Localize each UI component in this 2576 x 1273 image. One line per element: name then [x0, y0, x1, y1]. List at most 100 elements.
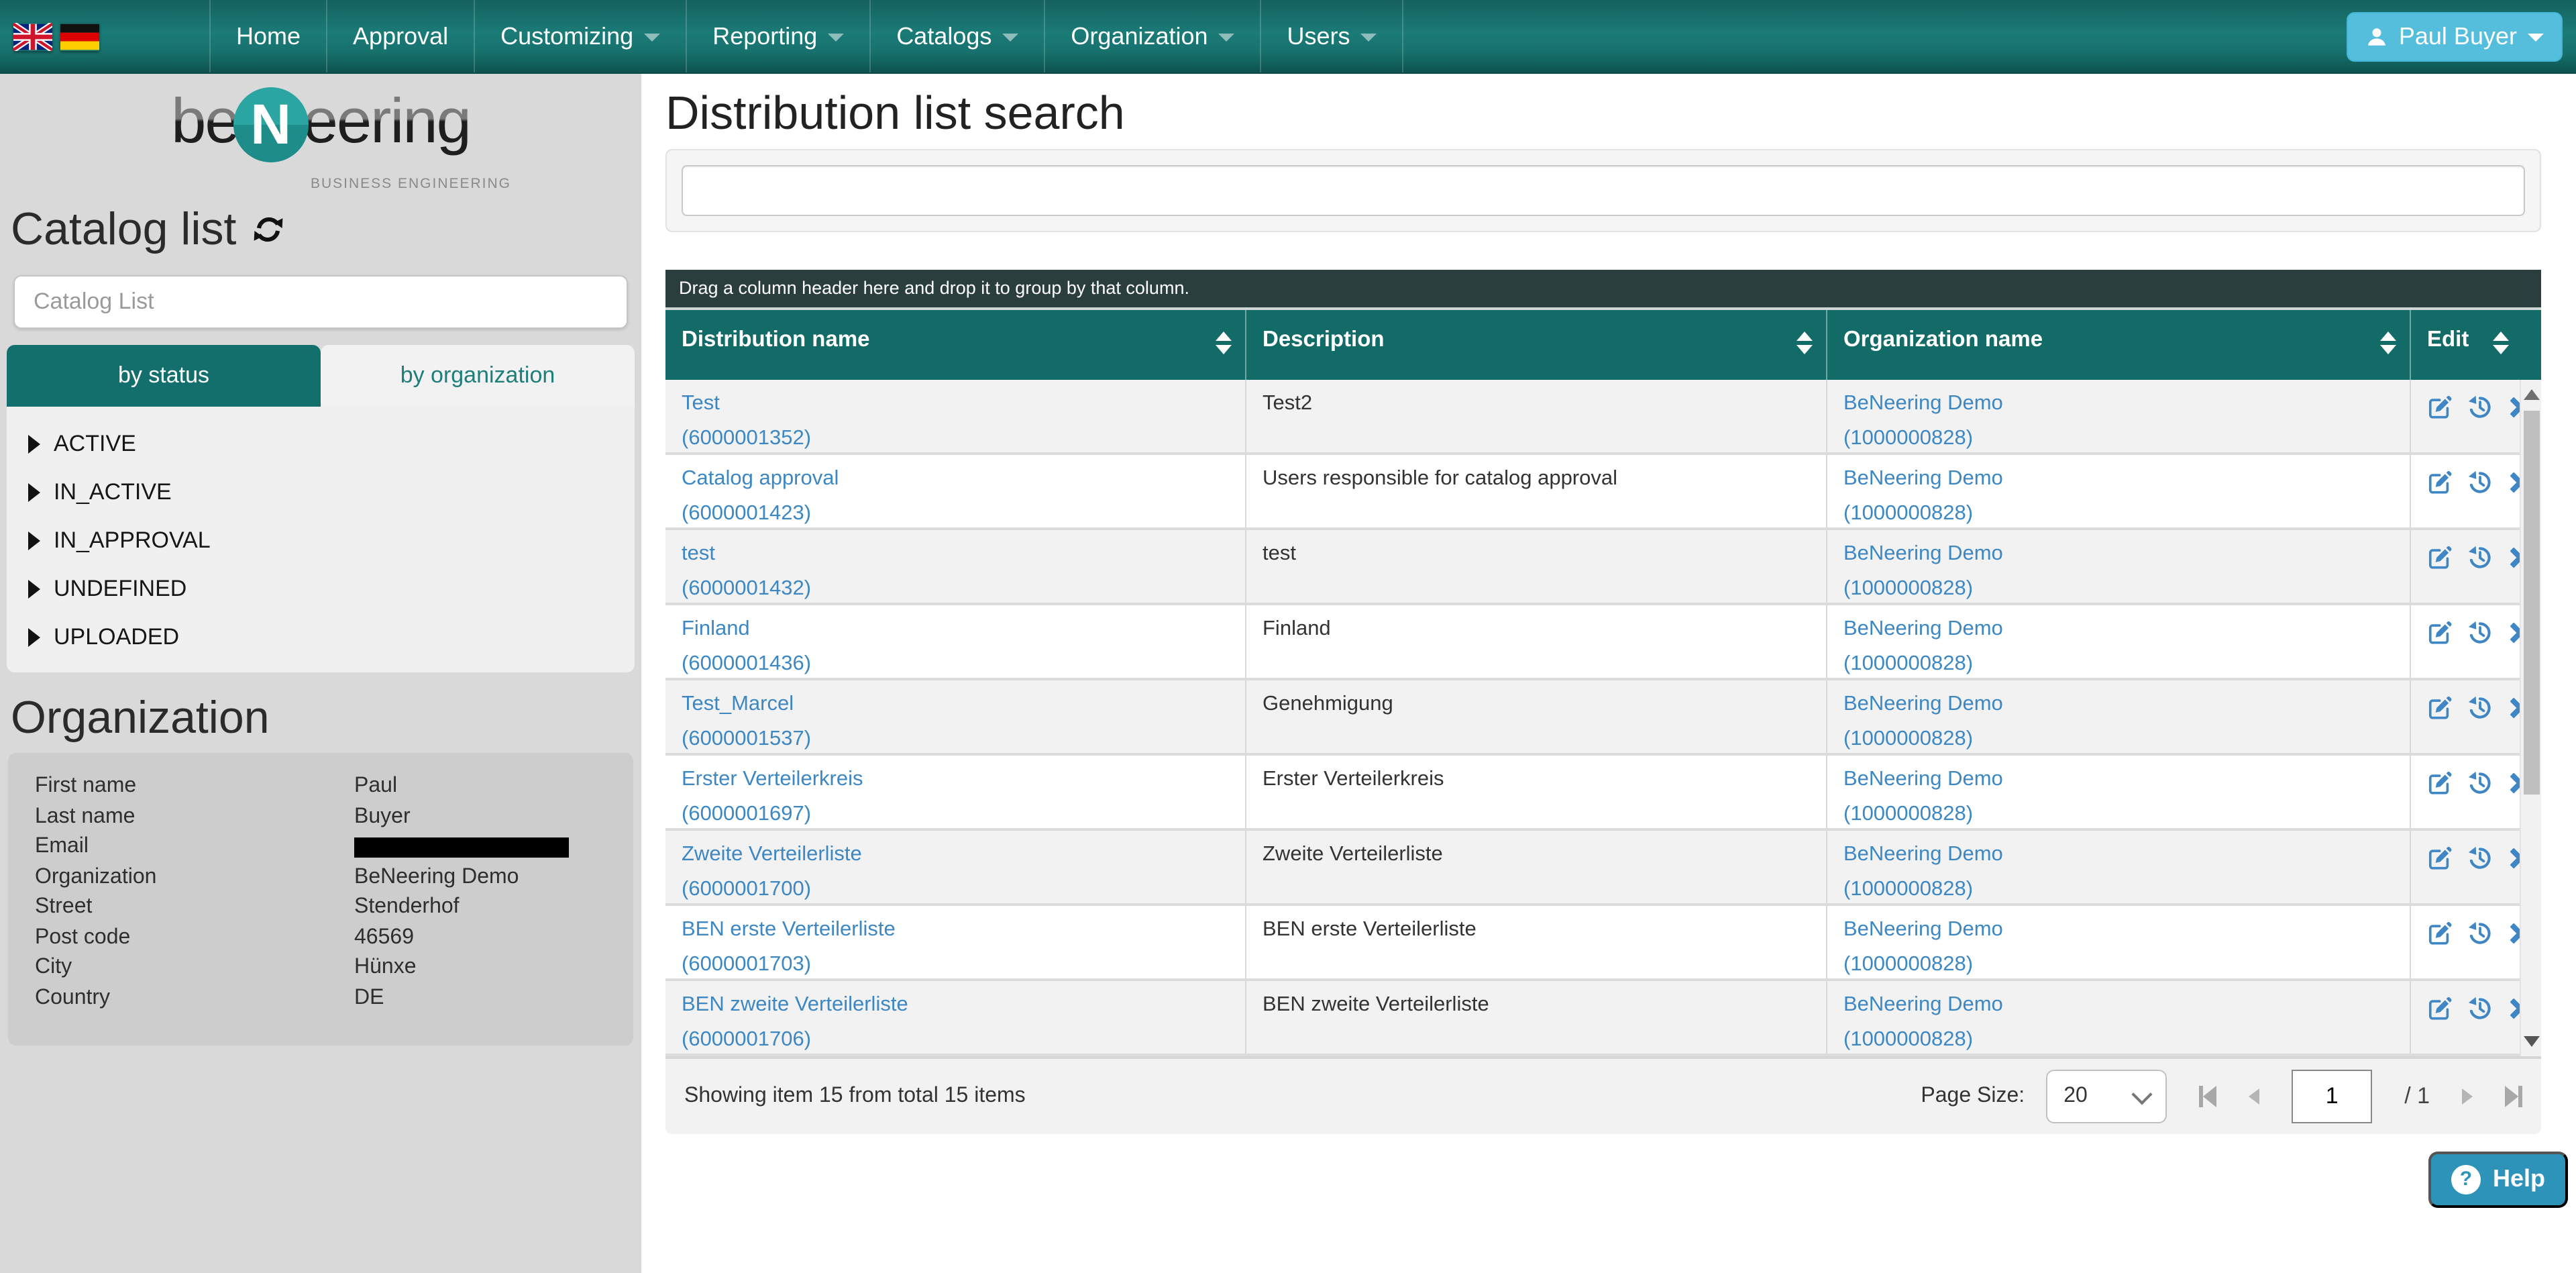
edit-icon[interactable]	[2427, 470, 2453, 495]
refresh-icon[interactable]	[252, 213, 284, 246]
user-menu-button[interactable]: Paul Buyer	[2347, 11, 2563, 61]
org-field-email: Email	[35, 832, 606, 862]
table-scrollbar[interactable]	[2520, 380, 2541, 1056]
organization-name-link[interactable]: BeNeering Demo	[1843, 616, 2396, 642]
distribution-id-link[interactable]: (6000001706)	[682, 1027, 1232, 1052]
org-field-organization: OrganizationBeNeering Demo	[35, 862, 606, 893]
page-size-select[interactable]: 20	[2046, 1070, 2167, 1123]
distribution-id-link[interactable]: (6000001432)	[682, 576, 1232, 601]
nav-item-home[interactable]: Home	[209, 0, 327, 72]
organization-name-link[interactable]: BeNeering Demo	[1843, 992, 2396, 1017]
scroll-up-icon[interactable]	[2524, 389, 2540, 400]
user-name: Paul Buyer	[2399, 22, 2517, 50]
tab-by-status[interactable]: by status	[7, 345, 321, 407]
nav-item-customizing[interactable]: Customizing	[475, 0, 687, 72]
status-item-active[interactable]: ACTIVE	[7, 420, 635, 468]
distribution-name-link[interactable]: Finland	[682, 616, 1232, 642]
history-icon[interactable]	[2467, 695, 2493, 721]
distribution-id-link[interactable]: (6000001352)	[682, 425, 1232, 451]
org-field-country: CountryDE	[35, 983, 606, 1013]
edit-icon[interactable]	[2427, 770, 2453, 796]
tab-by-organization[interactable]: by organization	[321, 345, 635, 407]
sort-icon[interactable]	[1796, 332, 1813, 354]
prev-page-button[interactable]	[2249, 1088, 2259, 1105]
organization-id-link[interactable]: (1000000828)	[1843, 576, 2396, 601]
edit-icon[interactable]	[2427, 695, 2453, 721]
scroll-down-icon[interactable]	[2524, 1036, 2540, 1047]
nav-item-organization[interactable]: Organization	[1045, 0, 1261, 72]
status-item-uploaded[interactable]: UPLOADED	[7, 613, 635, 662]
history-icon[interactable]	[2467, 620, 2493, 646]
uk-flag-icon[interactable]	[13, 22, 52, 50]
organization-id-link[interactable]: (1000000828)	[1843, 801, 2396, 827]
organization-name-link[interactable]: BeNeering Demo	[1843, 541, 2396, 566]
group-by-drop-zone[interactable]: Drag a column header here and drop it to…	[665, 270, 2541, 310]
scrollbar-thumb[interactable]	[2523, 411, 2539, 795]
distribution-id-link[interactable]: (6000001697)	[682, 801, 1232, 827]
history-icon[interactable]	[2467, 846, 2493, 871]
distribution-id-link[interactable]: (6000001436)	[682, 651, 1232, 676]
history-icon[interactable]	[2467, 996, 2493, 1021]
column-header-edit[interactable]: Edit	[2411, 310, 2541, 380]
edit-icon[interactable]	[2427, 846, 2453, 871]
distribution-id-link[interactable]: (6000001703)	[682, 952, 1232, 977]
organization-name-link[interactable]: BeNeering Demo	[1843, 917, 2396, 942]
organization-id-link[interactable]: (1000000828)	[1843, 501, 2396, 526]
organization-name-link[interactable]: BeNeering Demo	[1843, 466, 2396, 491]
status-item-in-active[interactable]: IN_ACTIVE	[7, 468, 635, 517]
edit-icon[interactable]	[2427, 921, 2453, 946]
nav-item-reporting[interactable]: Reporting	[687, 0, 871, 72]
distribution-id-link[interactable]: (6000001537)	[682, 726, 1232, 752]
distribution-name-link[interactable]: Erster Verteilerkreis	[682, 766, 1232, 792]
distribution-name-link[interactable]: Catalog approval	[682, 466, 1232, 491]
organization-id-link[interactable]: (1000000828)	[1843, 952, 2396, 977]
distribution-search-input[interactable]	[682, 165, 2525, 216]
history-icon[interactable]	[2467, 921, 2493, 946]
status-item-in-approval[interactable]: IN_APPROVAL	[7, 517, 635, 565]
help-button[interactable]: ? Help	[2428, 1151, 2568, 1207]
distribution-name-link[interactable]: BEN erste Verteilerliste	[682, 917, 1232, 942]
last-page-button[interactable]	[2505, 1086, 2522, 1107]
column-header-organization-name[interactable]: Organization name	[1827, 310, 2411, 380]
organization-id-link[interactable]: (1000000828)	[1843, 651, 2396, 676]
edit-icon[interactable]	[2427, 545, 2453, 570]
nav-item-users[interactable]: Users	[1262, 0, 1404, 72]
history-icon[interactable]	[2467, 770, 2493, 796]
distribution-name-link[interactable]: Test	[682, 391, 1232, 416]
distribution-name-link[interactable]: Zweite Verteilerliste	[682, 842, 1232, 867]
history-icon[interactable]	[2467, 395, 2493, 420]
organization-name-link[interactable]: BeNeering Demo	[1843, 766, 2396, 792]
edit-icon[interactable]	[2427, 620, 2453, 646]
status-item-undefined[interactable]: UNDEFINED	[7, 565, 635, 613]
sort-icon[interactable]	[2380, 332, 2396, 354]
page-number-input[interactable]	[2292, 1070, 2372, 1123]
organization-name-link[interactable]: BeNeering Demo	[1843, 691, 2396, 717]
organization-id-link[interactable]: (1000000828)	[1843, 425, 2396, 451]
nav-item-catalogs[interactable]: Catalogs	[871, 0, 1045, 72]
edit-icon[interactable]	[2427, 395, 2453, 420]
table-row: Zweite Verteilerliste(6000001700) Zweite…	[665, 831, 2541, 906]
history-icon[interactable]	[2467, 470, 2493, 495]
distribution-name-link[interactable]: test	[682, 541, 1232, 566]
distribution-id-link[interactable]: (6000001700)	[682, 876, 1232, 902]
organization-id-link[interactable]: (1000000828)	[1843, 1027, 2396, 1052]
catalog-list-search-input[interactable]	[13, 275, 628, 329]
distribution-name-link[interactable]: BEN zweite Verteilerliste	[682, 992, 1232, 1017]
organization-id-link[interactable]: (1000000828)	[1843, 726, 2396, 752]
column-header-distribution-name[interactable]: Distribution name	[665, 310, 1246, 380]
distribution-id-link[interactable]: (6000001423)	[682, 501, 1232, 526]
sort-icon[interactable]	[2493, 332, 2509, 354]
first-page-button[interactable]	[2199, 1086, 2216, 1107]
edit-icon[interactable]	[2427, 996, 2453, 1021]
organization-name-link[interactable]: BeNeering Demo	[1843, 391, 2396, 416]
germany-flag-icon[interactable]	[60, 22, 99, 50]
history-icon[interactable]	[2467, 545, 2493, 570]
next-page-button[interactable]	[2462, 1088, 2473, 1105]
column-header-description[interactable]: Description	[1246, 310, 1827, 380]
distribution-name-link[interactable]: Test_Marcel	[682, 691, 1232, 717]
page-title: Distribution list search	[665, 87, 2576, 141]
organization-id-link[interactable]: (1000000828)	[1843, 876, 2396, 902]
sort-icon[interactable]	[1216, 332, 1232, 354]
organization-name-link[interactable]: BeNeering Demo	[1843, 842, 2396, 867]
nav-item-approval[interactable]: Approval	[327, 0, 475, 72]
